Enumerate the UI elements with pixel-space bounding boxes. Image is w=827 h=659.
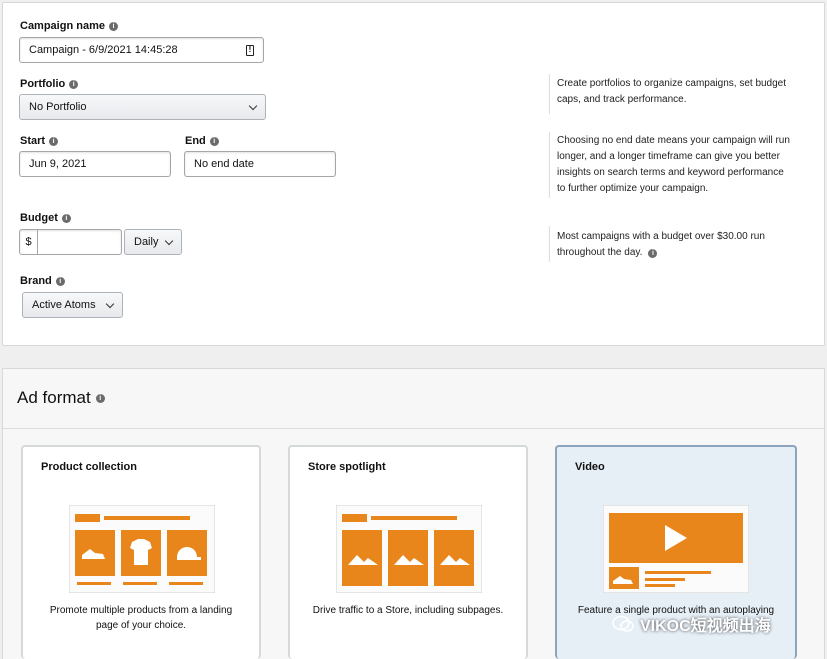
info-icon[interactable]: i xyxy=(61,213,71,223)
budget-input[interactable]: $ xyxy=(19,229,122,255)
info-icon[interactable]: i xyxy=(55,276,65,286)
start-date-input[interactable]: Jun 9, 2021 xyxy=(19,151,171,177)
campaign-name-label: Campaign name i xyxy=(20,20,118,32)
hint-divider xyxy=(549,132,550,198)
chat-logo-icon xyxy=(612,615,634,632)
rating-stars xyxy=(645,584,675,587)
end-date-hint: Choosing no end date means your campaign… xyxy=(557,135,790,194)
info-icon[interactable]: i xyxy=(108,21,118,31)
watermark: VIKOC短视频出海 xyxy=(612,612,771,636)
budget-period-select[interactable]: Daily xyxy=(124,229,182,255)
currency-symbol: $ xyxy=(20,230,38,254)
end-date-input[interactable]: No end date xyxy=(184,151,336,177)
info-icon[interactable]: i xyxy=(95,393,105,403)
video-illustration xyxy=(603,505,749,593)
hint-divider xyxy=(549,74,550,114)
rating-stars xyxy=(77,582,203,585)
info-icon[interactable]: i xyxy=(69,79,79,89)
portfolio-select[interactable]: No Portfolio xyxy=(19,94,266,120)
portfolio-hint: Create portfolios to organize campaigns,… xyxy=(557,78,787,105)
store-spotlight-illustration xyxy=(336,505,482,593)
ad-format-card-store-spotlight[interactable]: Store spotlight Drive traffic to a Store… xyxy=(288,445,528,659)
ad-format-card-product-collection[interactable]: Product collection Promote multiple prod… xyxy=(21,445,261,659)
brand-label: Brand i xyxy=(20,275,65,287)
info-icon[interactable]: i xyxy=(648,248,658,258)
info-icon[interactable]: i xyxy=(209,136,219,146)
product-collection-illustration xyxy=(69,505,215,593)
card-description: Drive traffic to a Store, including subp… xyxy=(312,605,504,616)
budget-label: Budget i xyxy=(20,212,71,224)
start-label: Start i xyxy=(20,135,59,147)
section-divider xyxy=(3,428,824,429)
chevron-down-icon xyxy=(164,236,174,245)
budget-hint: Most campaigns with a budget over $30.00… xyxy=(557,231,765,258)
end-label: End i xyxy=(185,135,219,147)
ad-format-title: Ad format i xyxy=(17,388,105,408)
chevron-down-icon xyxy=(248,101,258,110)
portfolio-label: Portfolio i xyxy=(20,78,79,90)
campaign-name-input[interactable]: Campaign - 6/9/2021 14:45:28 ! xyxy=(19,37,264,63)
card-description: Promote multiple products from a landing… xyxy=(49,605,233,631)
alert-icon: ! xyxy=(246,44,254,56)
brand-select[interactable]: Active Atoms xyxy=(22,292,123,318)
chevron-down-icon xyxy=(105,299,115,308)
info-icon[interactable]: i xyxy=(49,136,59,146)
hint-divider xyxy=(549,226,550,262)
